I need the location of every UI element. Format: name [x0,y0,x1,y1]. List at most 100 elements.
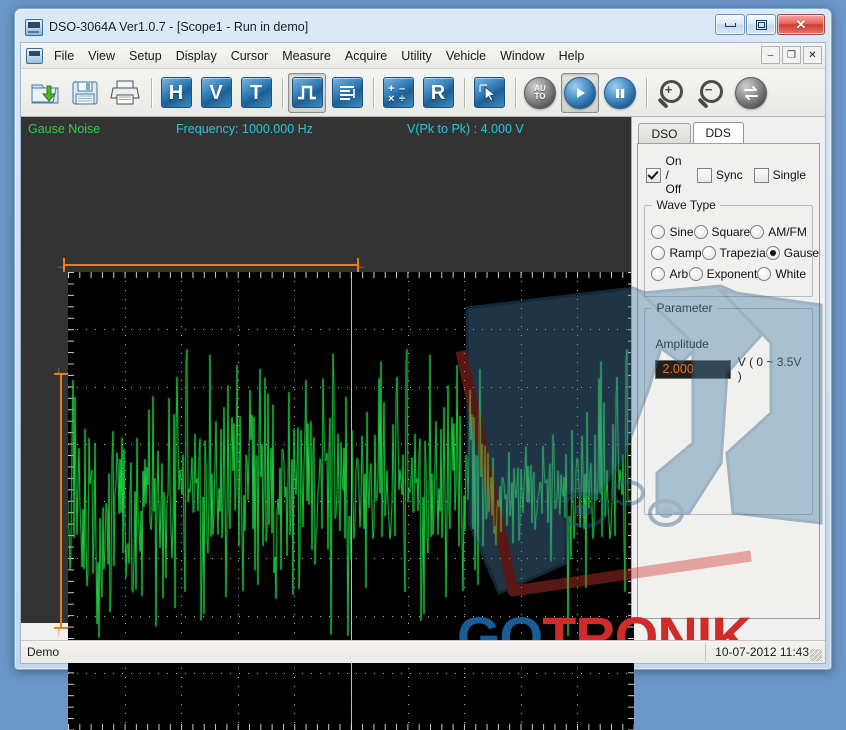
radio-icon [693,225,708,239]
zoom-out-button[interactable]: − [692,73,730,113]
menu-item-help[interactable]: Help [552,45,592,67]
print-button[interactable] [106,73,144,113]
menu-item-view[interactable]: View [81,45,122,67]
menu-bar: File View Setup Display Cursor Measure A… [21,43,825,69]
radio-gause[interactable]: Gause [765,246,819,260]
horizontal-position-marker[interactable]: → ← [55,258,367,272]
pause-button[interactable] [601,73,639,113]
radio-sine[interactable]: Sine [651,225,694,239]
print-icon [110,80,140,105]
side-panel: DSO DDS On / Off Sync Single Wave Type S… [631,117,825,623]
main-body: Gause Noise Frequency: 1000.000 Hz V(Pk … [21,117,825,730]
menu-item-acquire[interactable]: Acquire [338,45,394,67]
wave-type-row-1: Sine Square AM/FM [651,225,807,239]
radio-exponent[interactable]: Exponent [688,267,758,281]
toolbar-separator [282,77,283,108]
menu-item-measure[interactable]: Measure [275,45,338,67]
menu-item-window[interactable]: Window [493,45,551,67]
radio-ramp[interactable]: Ramp [651,246,702,260]
measure-list-button[interactable] [328,73,366,113]
math-icon: + – × ÷ [382,77,414,108]
radio-icon [701,246,716,260]
math-button[interactable]: + – × ÷ [379,73,417,113]
trigger-button[interactable]: T [237,73,275,113]
menu-item-setup[interactable]: Setup [122,45,169,67]
mdi-minimize-button[interactable]: – [761,46,780,64]
radio-sine-label: Sine [669,225,694,239]
radio-arb-label: Arb [669,267,689,281]
record-button[interactable]: R [419,73,457,113]
restore-button[interactable] [746,14,776,35]
tab-dso[interactable]: DSO [638,123,691,144]
status-mode: Demo [27,645,60,659]
auto-button[interactable]: AU TO [521,73,559,113]
checkbox-single[interactable]: Single [753,167,806,183]
menu-item-vehicle[interactable]: Vehicle [439,45,493,67]
window-title: DSO-3064A Ver1.0.7 - [Scope1 - Run in de… [49,20,309,34]
radio-icon [757,267,772,281]
application-window: DSO-3064A Ver1.0.7 - [Scope1 - Run in de… [14,8,832,730]
zoom-out-icon: − [696,78,726,108]
radio-exponent-label: Exponent [706,267,758,281]
radio-trapezia-label: Trapezia [719,246,766,260]
radio-arb[interactable]: Arb [651,267,688,281]
menu-item-utility[interactable]: Utility [394,45,439,67]
mdi-restore-button[interactable]: ❐ [782,46,801,64]
wave-type-group: Wave Type Sine Square AM/FM Ramp Trapezi… [644,198,819,297]
panel-tabs: DSO DDS [632,117,825,145]
client-area: File View Setup Display Cursor Measure A… [20,42,826,730]
mdi-document-icon [26,47,43,64]
mdi-window-controls: – ❐ ✕ [759,46,822,64]
toolbar-separator [373,77,374,108]
waveform-icon [291,77,323,108]
scope-readout-bar: Gause Noise Frequency: 1000.000 Hz V(Pk … [21,117,631,142]
close-button[interactable]: ✕ [777,14,825,35]
wave-label: Gause Noise [28,122,101,136]
horizontal-button[interactable]: H [157,73,195,113]
run-button[interactable] [561,72,599,113]
checkbox-on-off[interactable]: On / Off [646,154,685,196]
pointer-tool-icon [473,77,505,108]
menu-item-file[interactable]: File [47,45,81,67]
radio-icon [750,225,765,239]
radio-white-label: White [775,267,806,281]
swap-button[interactable] [732,73,770,113]
open-button[interactable] [26,73,64,113]
vpp-readout: V(Pk to Pk) : 4.000 V [407,122,524,136]
menu-item-display[interactable]: Display [169,45,224,67]
waveform-button[interactable] [288,72,326,113]
app-icon [25,18,43,36]
radio-trapezia[interactable]: Trapezia [701,246,766,260]
status-datetime: 10-07-2012 11:43 [705,643,825,661]
tab-dds[interactable]: DDS [692,122,744,145]
radio-ramp-label: Ramp [669,246,702,260]
wave-type-row-3: Arb Exponent White [651,267,806,281]
zoom-in-button[interactable]: + [652,73,690,113]
checkbox-sync[interactable]: Sync [696,167,743,183]
record-icon: R [422,77,454,108]
radio-white[interactable]: White [757,267,806,281]
vertical-button[interactable]: V [197,73,235,113]
zoom-in-icon: + [656,78,686,108]
radio-selected-icon [765,246,780,260]
status-bar: Demo 10-07-2012 11:43 [21,640,825,663]
menu-item-cursor[interactable]: Cursor [224,45,276,67]
amplitude-input[interactable]: 2.000 [655,359,731,379]
resize-grip-icon[interactable] [810,649,822,661]
dds-toggle-row: On / Off Sync Single [646,154,813,196]
pointer-tool-button[interactable] [470,73,508,113]
trigger-icon: T [240,77,272,108]
dds-tab-panel: On / Off Sync Single Wave Type Sine Squa… [637,143,820,619]
save-button[interactable] [66,73,104,113]
checkbox-single-label: Single [772,168,806,182]
horizontal-icon: H [160,77,192,108]
checkbox-sync-label: Sync [715,168,743,182]
mdi-close-button[interactable]: ✕ [803,46,822,64]
radio-square[interactable]: Square [693,225,750,239]
minimize-button[interactable] [715,14,745,35]
amplitude-row: 2.000 V ( 0 ~ 3.5V ) [655,355,806,383]
vertical-position-marker[interactable]: ↓ ↑ [54,364,68,638]
radio-amfm[interactable]: AM/FM [750,225,807,239]
checkbox-on-off-label: On / Off [665,154,682,196]
measure-list-icon [331,77,363,108]
